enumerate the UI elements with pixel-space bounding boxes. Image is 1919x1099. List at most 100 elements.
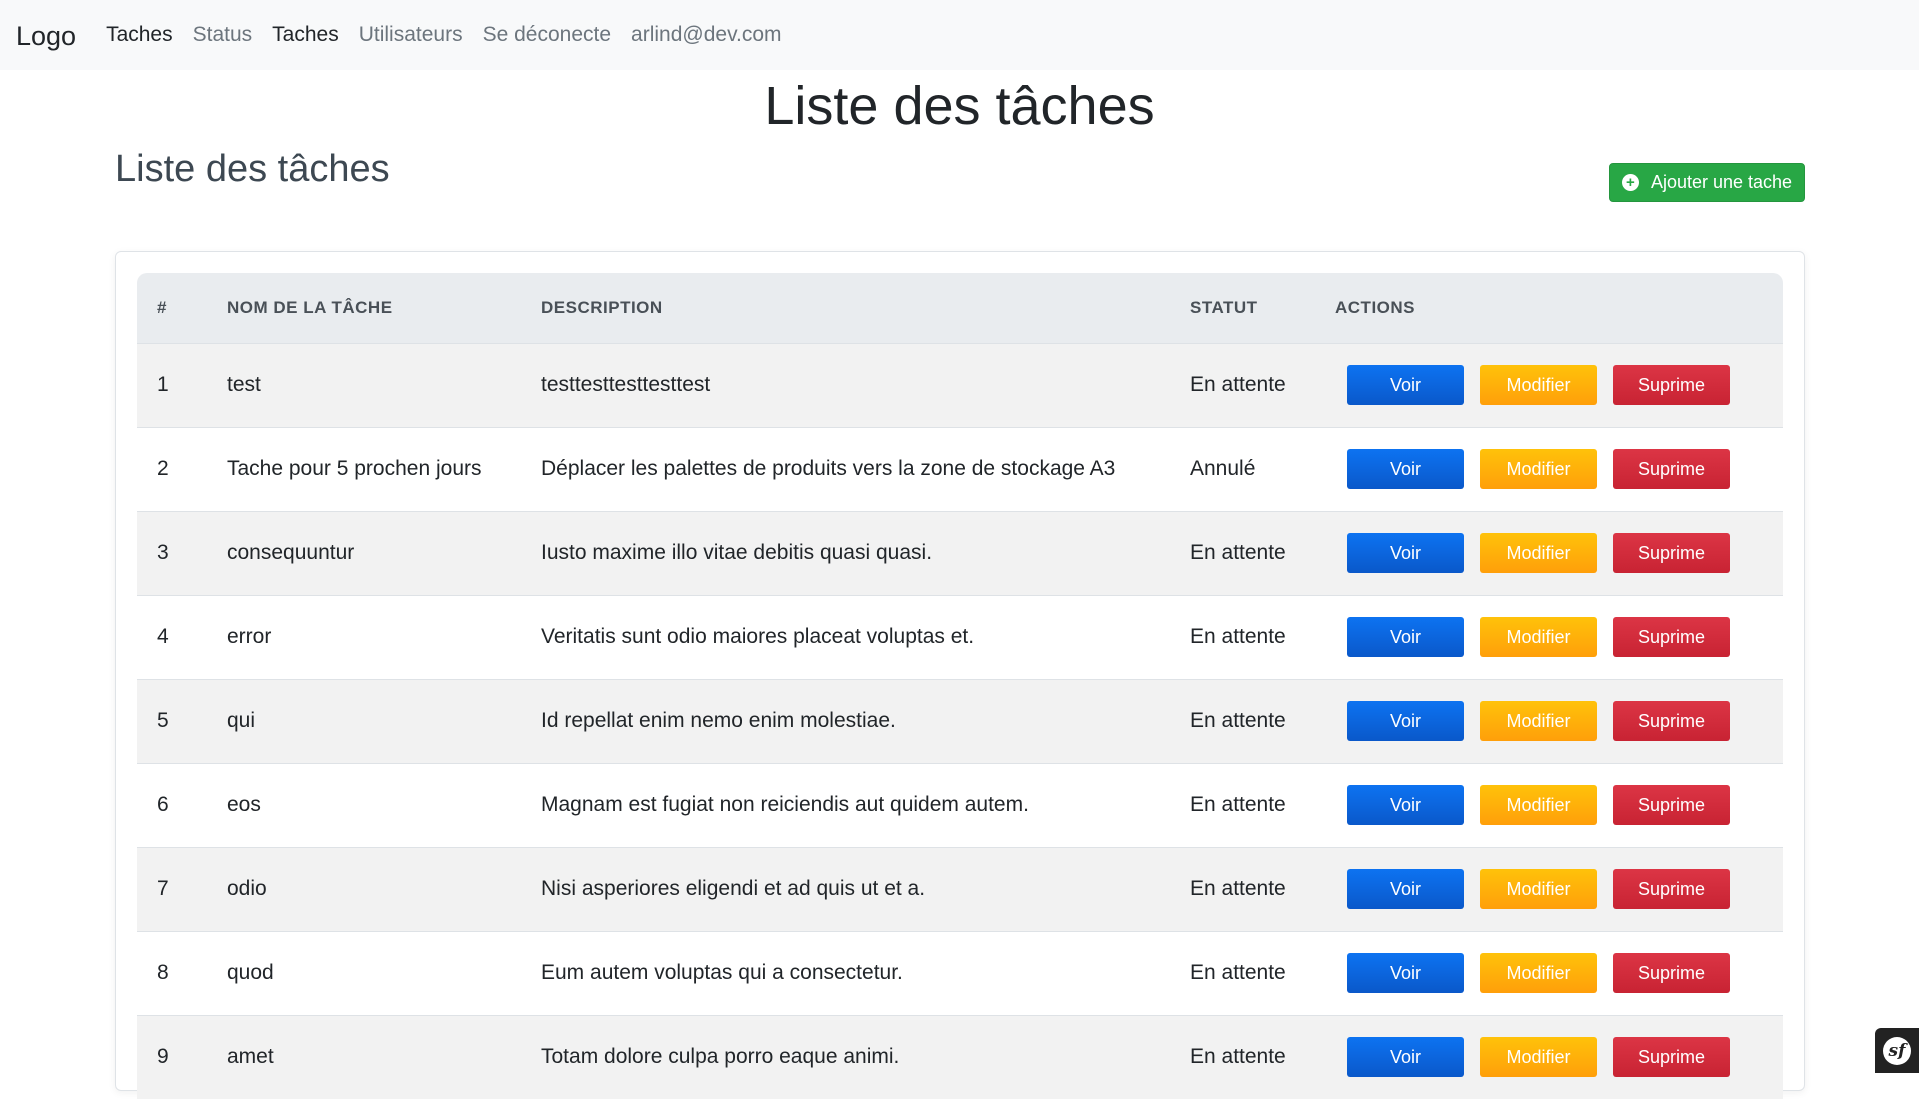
cell-description: testtesttesttesttest (541, 373, 711, 396)
cell-status: Annulé (1190, 457, 1256, 480)
view-button[interactable]: Voir (1347, 701, 1464, 741)
cell-actions: Voir Modifier Suprime (1315, 763, 1783, 847)
view-button[interactable]: Voir (1347, 1037, 1464, 1078)
view-button[interactable]: Voir (1347, 365, 1464, 405)
cell-task-name: Tache pour 5 prochen jours (227, 457, 482, 480)
view-button[interactable]: Voir (1347, 533, 1464, 573)
brand-logo[interactable]: Logo (16, 21, 76, 52)
delete-button[interactable]: Suprime (1613, 617, 1730, 657)
cell-description: Totam dolore culpa porro eaque animi. (541, 1045, 900, 1069)
table-row: 9 amet Totam dolore culpa porro eaque anim… (137, 1015, 1783, 1099)
cell-description: Eum autem voluptas qui a consectetur. (541, 961, 903, 984)
cell-task-name: error (227, 625, 272, 648)
table-wrapper: # NOM DE LA TÂCHE DESCRIPTION STATUT ACT… (137, 273, 1783, 1099)
nav-link-utilisateurs[interactable]: Utilisateurs (359, 23, 463, 47)
edit-button[interactable]: Modifier (1480, 785, 1597, 825)
table-body: 1 test testtesttesttesttest En attente Voir M… (137, 343, 1783, 1099)
table-row: 5 qui Id repellat enim nemo enim molestiae… (137, 679, 1783, 763)
view-button[interactable]: Voir (1347, 785, 1464, 825)
plus-circle-icon: + (1621, 174, 1639, 191)
cell-status: En attente (1190, 1045, 1286, 1069)
cell-task-name: eos (227, 793, 261, 816)
table-header: # NOM DE LA TÂCHE DESCRIPTION STATUT ACT… (137, 273, 1783, 343)
symfony-debug-toolbar[interactable]: sf (1875, 1028, 1919, 1073)
nav-link-logout[interactable]: Se déconecte (483, 23, 611, 47)
cell-actions: Voir Modifier Suprime (1315, 595, 1783, 679)
table-row: 4 error Veritatis sunt odio maiores placea… (137, 595, 1783, 679)
cell-task-name: test (227, 373, 261, 396)
delete-button[interactable]: Suprime (1613, 533, 1730, 573)
cell-id: 9 (157, 1045, 169, 1069)
nav-link-taches[interactable]: Taches (106, 23, 173, 47)
cell-description: Iusto maxime illo vitae debitis quasi qu… (541, 541, 933, 564)
delete-button[interactable]: Suprime (1613, 869, 1730, 909)
edit-button[interactable]: Modifier (1480, 869, 1597, 909)
edit-button[interactable]: Modifier (1480, 617, 1597, 657)
cell-status: En attente (1190, 541, 1286, 564)
cell-description: Id repellat enim nemo enim molestiae. (541, 709, 896, 732)
cell-id: 8 (157, 961, 169, 984)
edit-button[interactable]: Modifier (1480, 1037, 1597, 1078)
nav-link-taches-2[interactable]: Taches (272, 23, 339, 47)
edit-button[interactable]: Modifier (1480, 953, 1597, 993)
cell-actions: Voir Modifier Suprime (1315, 679, 1783, 763)
table-row: 3 consequuntur Iusto maxime illo vitae deb… (137, 511, 1783, 595)
table-row: 2 Tache pour 5 prochen jours Déplacer les … (137, 427, 1783, 511)
cell-id: 2 (157, 457, 169, 480)
cell-status: En attente (1190, 625, 1286, 648)
page-title: Liste des tâches (764, 76, 1155, 136)
view-button[interactable]: Voir (1347, 449, 1464, 489)
cell-status: En attente (1190, 877, 1286, 900)
cell-status: En attente (1190, 793, 1286, 816)
view-button[interactable]: Voir (1347, 617, 1464, 657)
table-row: 6 eos Magnam est fugiat non reiciendis aut… (137, 763, 1783, 847)
edit-button[interactable]: Modifier (1480, 533, 1597, 573)
header-actions: ACTIONS (1335, 297, 1415, 317)
symfony-logo-icon: sf (1883, 1036, 1911, 1065)
delete-button[interactable]: Suprime (1613, 449, 1730, 489)
cell-actions: Voir Modifier Suprime (1315, 1015, 1783, 1099)
table-header-row: # NOM DE LA TÂCHE DESCRIPTION STATUT ACT… (137, 273, 1783, 343)
cell-actions: Voir Modifier Suprime (1315, 343, 1783, 427)
header-description: DESCRIPTION (541, 297, 663, 317)
cell-description: Nisi asperiores eligendi et ad quis ut e… (541, 877, 926, 900)
tasks-card: # NOM DE LA TÂCHE DESCRIPTION STATUT ACT… (115, 251, 1805, 1099)
cell-description: Veritatis sunt odio maiores placeat volu… (541, 625, 975, 648)
header-status: STATUT (1190, 297, 1258, 317)
cell-task-name: amet (227, 1045, 274, 1069)
edit-button[interactable]: Modifier (1480, 365, 1597, 405)
cell-task-name: odio (227, 877, 267, 900)
cell-status: En attente (1190, 961, 1286, 984)
nav-link-status[interactable]: Status (193, 23, 253, 47)
section-title: Liste des tâches (115, 148, 390, 190)
cell-actions: Voir Modifier Suprime (1315, 847, 1783, 931)
cell-id: 6 (157, 793, 169, 816)
cell-actions: Voir Modifier Suprime (1315, 931, 1783, 1015)
cell-id: 4 (157, 625, 169, 648)
delete-button[interactable]: Suprime (1613, 953, 1730, 993)
delete-button[interactable]: Suprime (1613, 1037, 1730, 1078)
cell-id: 3 (157, 541, 169, 564)
add-task-button-label: Ajouter une tache (1650, 172, 1793, 192)
cell-id: 7 (157, 877, 169, 900)
cell-task-name: quod (227, 961, 274, 984)
cell-task-name: qui (227, 709, 256, 732)
table-row: 1 test testtesttesttesttest En attente Voir M… (137, 343, 1783, 427)
edit-button[interactable]: Modifier (1480, 701, 1597, 741)
cell-id: 1 (157, 373, 169, 396)
delete-button[interactable]: Suprime (1613, 701, 1730, 741)
cell-actions: Voir Modifier Suprime (1315, 511, 1783, 595)
cell-actions: Voir Modifier Suprime (1315, 427, 1783, 511)
cell-status: En attente (1190, 709, 1286, 732)
add-task-button[interactable]: + Ajouter une tache (1609, 163, 1805, 202)
delete-button[interactable]: Suprime (1613, 785, 1730, 825)
view-button[interactable]: Voir (1347, 869, 1464, 909)
delete-button[interactable]: Suprime (1613, 365, 1730, 405)
cell-id: 5 (157, 709, 169, 732)
view-button[interactable]: Voir (1347, 953, 1464, 993)
header-number: # (157, 297, 167, 317)
edit-button[interactable]: Modifier (1480, 449, 1597, 489)
cell-task-name: consequuntur (227, 541, 355, 564)
header-task-name: NOM DE LA TÂCHE (227, 297, 393, 317)
nav-link-user-email[interactable]: arlind@dev.com (631, 23, 782, 47)
